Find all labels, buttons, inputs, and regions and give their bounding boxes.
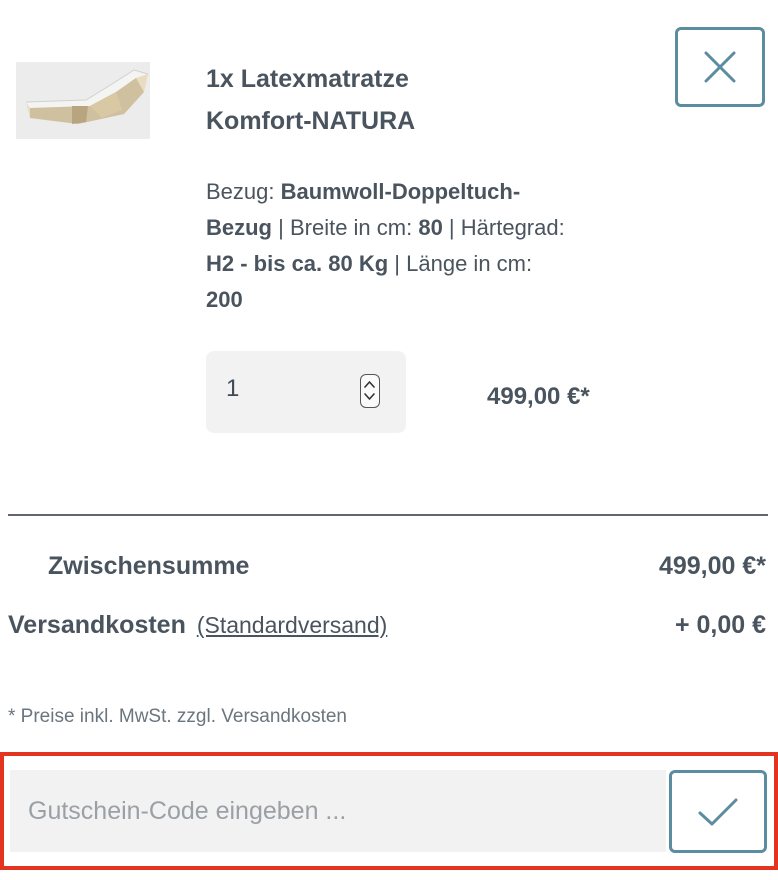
separator: | — [388, 251, 407, 276]
shipping-row: Versandkosten (Standardversand) — [8, 611, 387, 640]
firmness-value: H2 - bis ca. 80 Kg — [206, 251, 389, 276]
cover-value-line2: Bezug — [206, 215, 272, 240]
voucher-code-input[interactable] — [10, 770, 666, 852]
separator: | — [272, 215, 290, 240]
separator: | — [442, 215, 461, 240]
width-value: 80 — [418, 215, 443, 240]
firmness-label: Härtegrad: — [460, 215, 565, 240]
close-icon — [704, 51, 736, 83]
voucher-submit-button[interactable] — [669, 770, 767, 853]
shipping-method-link[interactable]: (Standardversand) — [197, 612, 388, 638]
product-image[interactable] — [16, 62, 150, 139]
stepper-arrows-icon — [364, 381, 375, 400]
checkmark-icon — [698, 798, 738, 825]
mattress-icon — [16, 62, 150, 139]
cover-label: Bezug: — [206, 179, 281, 204]
length-value: 200 — [206, 287, 243, 312]
quantity-stepper[interactable] — [360, 374, 380, 408]
product-variant-details: Bezug: Baumwoll-Doppeltuch- Bezug | Brei… — [206, 174, 626, 318]
subtotal-value: 499,00 €* — [658, 552, 766, 580]
width-label: Breite in cm: — [289, 215, 419, 240]
divider — [8, 514, 768, 516]
length-label: Länge in cm: — [406, 251, 533, 276]
product-title-line2: Komfort-NATURA — [206, 107, 416, 135]
shipping-label: Versandkosten — [8, 611, 186, 639]
product-title-line1: 1x Latexmatratze — [206, 65, 409, 93]
tax-note: * Preise inkl. MwSt. zzgl. Versandkosten — [8, 706, 347, 727]
cover-value-line1: Baumwoll-Doppeltuch- — [280, 179, 521, 204]
item-price: 499,00 €* — [487, 383, 590, 410]
product-title[interactable]: 1x Latexmatratze Komfort-NATURA — [206, 58, 626, 142]
quantity-field[interactable]: 1 — [206, 351, 406, 433]
subtotal-label: Zwischensumme — [48, 552, 250, 580]
remove-item-button[interactable] — [675, 27, 765, 107]
quantity-value[interactable]: 1 — [226, 375, 239, 403]
shipping-value: + 0,00 € — [674, 611, 766, 639]
